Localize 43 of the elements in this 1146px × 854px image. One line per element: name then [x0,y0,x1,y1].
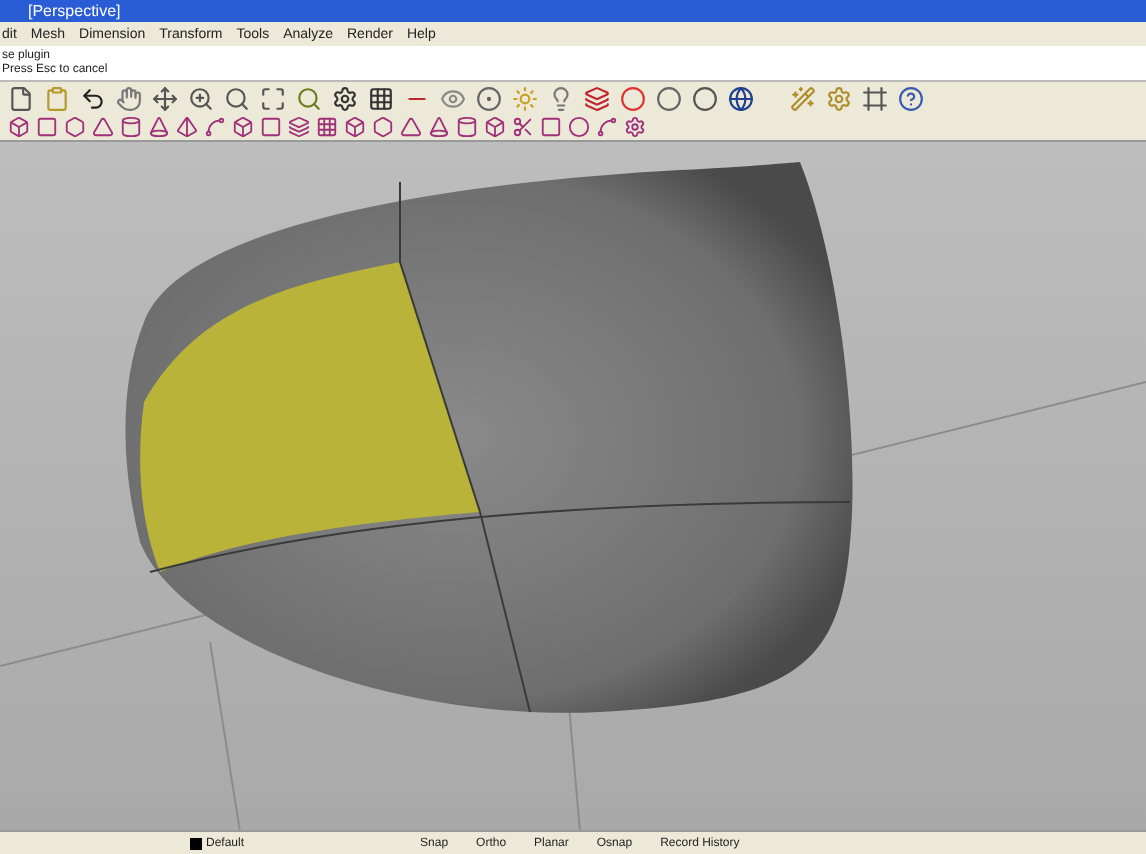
zoom-icon[interactable] [188,85,214,111]
shape-tool-icon[interactable] [456,115,478,137]
file-icon[interactable] [8,85,34,111]
search-icon[interactable] [224,85,250,111]
shape-tool-icon[interactable] [596,115,618,137]
shape-tool-icon[interactable] [92,115,114,137]
shape-tool-icon[interactable] [484,115,506,137]
shape-tool-icon[interactable] [8,115,30,137]
target-icon[interactable] [476,85,502,111]
shape-tool-icon[interactable] [624,115,646,137]
shape-tool-icon[interactable] [512,115,534,137]
eye-icon[interactable] [440,85,466,111]
shape-tool-icon[interactable] [36,115,58,137]
search-icon[interactable] [296,85,322,111]
wand-icon[interactable] [790,85,816,111]
gear-icon[interactable] [332,85,358,111]
layers-icon[interactable] [584,85,610,111]
shape-tool-icon[interactable] [64,115,86,137]
shape-tool-icon[interactable] [176,115,198,137]
shape-tool-icon[interactable] [316,115,338,137]
shape-tool-icon[interactable] [372,115,394,137]
zoom-extents-icon[interactable] [260,85,286,111]
shape-tool-icon[interactable] [148,115,170,137]
hand-icon[interactable] [116,85,142,111]
shape-tool-icon[interactable] [540,115,562,137]
window-title: [Perspective] [28,3,121,19]
shape-tool-icon[interactable] [260,115,282,137]
grid-icon[interactable] [368,85,394,111]
undo-icon[interactable] [80,85,106,111]
lightbulb-icon[interactable] [548,85,574,111]
shape-tool-icon[interactable] [344,115,366,137]
globe-icon[interactable] [728,85,754,111]
shape-tool-icon[interactable] [232,115,254,137]
clipboard-icon[interactable] [44,85,70,111]
shape-tool-icon[interactable] [568,115,590,137]
shape-tool-icon[interactable] [204,115,226,137]
layer-color-swatch [190,837,202,849]
shape-tool-icon[interactable] [120,115,142,137]
shape-tool-icon[interactable] [288,115,310,137]
shape-tool-icon[interactable] [428,115,450,137]
help-icon[interactable] [898,85,924,111]
move-icon[interactable] [152,85,178,111]
shape-tool-icon[interactable] [400,115,422,137]
